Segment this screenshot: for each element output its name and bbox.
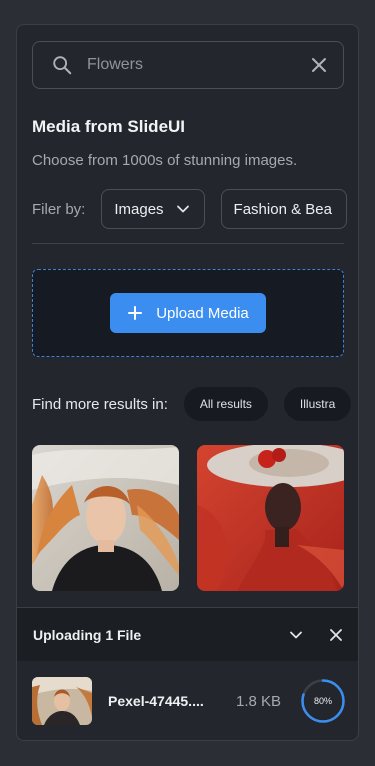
file-thumbnail bbox=[32, 677, 92, 725]
media-subtitle: Choose from 1000s of stunning images. bbox=[32, 152, 298, 169]
filter-chip-label: Images bbox=[114, 200, 164, 218]
filter-chip-images[interactable]: Images bbox=[101, 189, 205, 229]
upload-tray-header: Uploading 1 File bbox=[17, 607, 358, 661]
filter-row: Filer by: Images Fashion & Bea bbox=[32, 189, 347, 229]
filter-chip-label: Fashion & Bea bbox=[233, 200, 332, 218]
upload-file-row: Pexel-47445.... 1.8 KB 80% bbox=[17, 661, 358, 740]
close-icon[interactable] bbox=[309, 55, 329, 75]
media-thumbnail[interactable] bbox=[197, 445, 344, 591]
pill-illustrations[interactable]: Illustra bbox=[283, 387, 352, 421]
search-box[interactable] bbox=[32, 41, 344, 89]
upload-dropzone[interactable]: Upload Media bbox=[32, 269, 344, 357]
chevron-down-icon[interactable] bbox=[288, 627, 304, 643]
filter-label: Filer by: bbox=[32, 200, 86, 218]
upload-tray-title: Uploading 1 File bbox=[33, 626, 142, 643]
media-title: Media from SlideUI bbox=[32, 117, 186, 136]
portrait-image bbox=[197, 445, 344, 591]
portrait-image bbox=[32, 445, 179, 591]
upload-media-button[interactable]: Upload Media bbox=[110, 293, 266, 333]
file-size: 1.8 KB bbox=[236, 692, 282, 710]
more-results-label: Find more results in: bbox=[32, 395, 168, 413]
search-input[interactable] bbox=[87, 56, 309, 74]
divider bbox=[32, 243, 344, 244]
chevron-down-icon bbox=[176, 205, 189, 213]
media-panel: Media from SlideUI Choose from 1000s of … bbox=[16, 24, 359, 741]
pill-all-results[interactable]: All results bbox=[183, 387, 268, 421]
filter-chip-fashion[interactable]: Fashion & Bea bbox=[220, 189, 347, 229]
media-thumbnail[interactable] bbox=[32, 445, 179, 591]
more-results-row: Find more results in: All results Illust… bbox=[32, 387, 352, 421]
close-icon[interactable] bbox=[328, 627, 344, 643]
file-name: Pexel-47445.... bbox=[108, 693, 204, 709]
search-icon bbox=[53, 56, 72, 75]
upload-progress-ring: 80% bbox=[300, 678, 346, 724]
upload-progress-label: 80% bbox=[313, 696, 332, 706]
upload-button-label: Upload Media bbox=[156, 304, 249, 322]
plus-icon bbox=[128, 306, 143, 320]
